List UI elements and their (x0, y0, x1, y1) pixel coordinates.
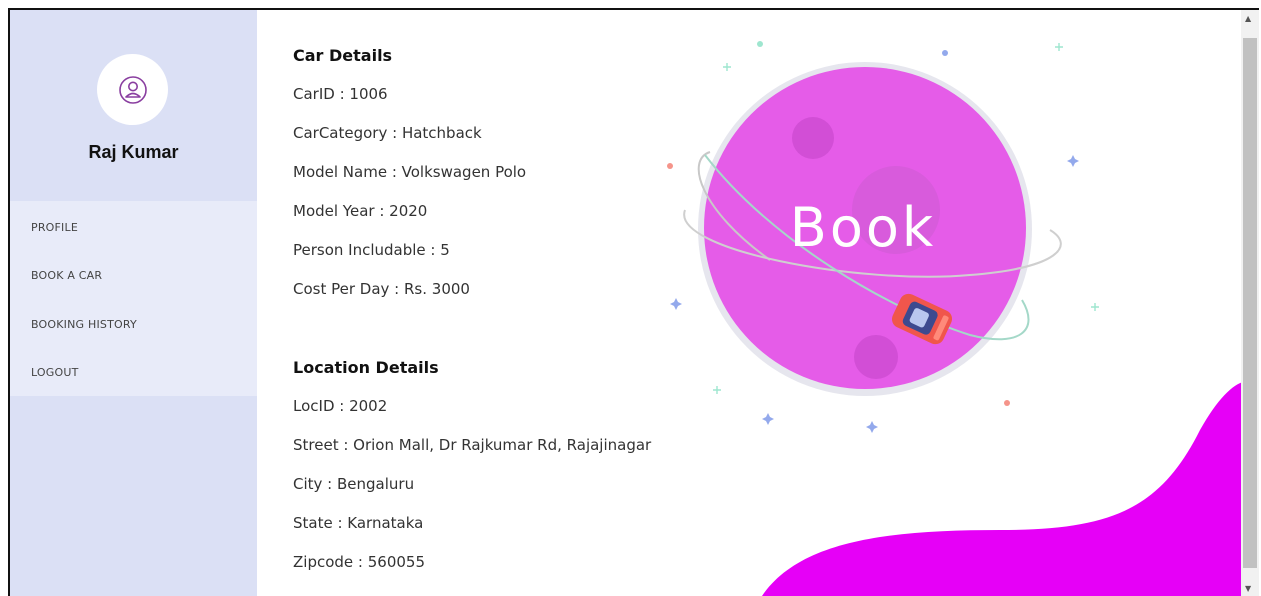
scroll-up-arrow[interactable]: ▲ (1245, 14, 1251, 23)
scroll-down-arrow[interactable]: ▼ (1245, 584, 1251, 593)
car-id: CarID : 1006 (293, 85, 388, 103)
cost-per-day: Cost Per Day : Rs. 3000 (293, 280, 470, 298)
app-window: Raj Kumar PROFILE BOOK A CAR BOOKING HIS… (8, 8, 1259, 596)
car-category: CarCategory : Hatchback (293, 124, 482, 142)
person-includable: Person Includable : 5 (293, 241, 450, 259)
loc-id: LocID : 2002 (293, 397, 388, 415)
location-details-heading: Location Details (293, 358, 439, 377)
car-details-heading: Car Details (293, 46, 393, 65)
model-name: Model Name : Volkswagen Polo (293, 163, 527, 181)
city: City : Bengaluru (293, 475, 415, 493)
model-year: Model Year : 2020 (293, 202, 428, 220)
scroll-thumb[interactable] (1243, 38, 1257, 568)
planet-text: Book (790, 196, 936, 259)
state: State : Karnataka (293, 514, 424, 532)
book-illustration: Book (667, 41, 1250, 596)
zipcode: Zipcode : 560055 (293, 553, 425, 571)
vertical-scrollbar[interactable]: ▲ ▼ (1241, 10, 1259, 596)
decorative-wave (762, 380, 1250, 596)
street: Street : Orion Mall, Dr Rajkumar Rd, Raj… (293, 436, 652, 454)
